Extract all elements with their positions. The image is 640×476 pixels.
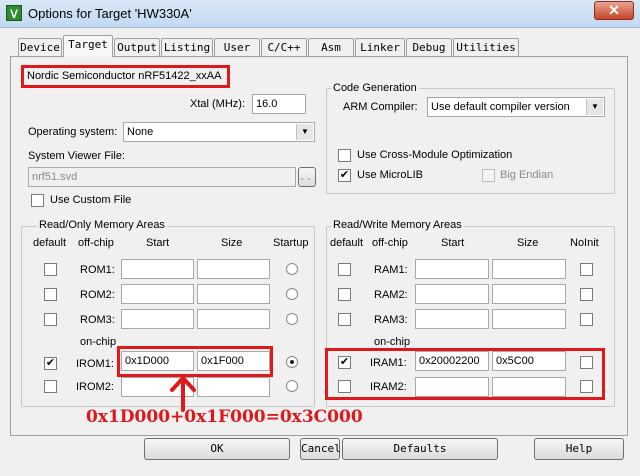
highlight-iram1-box	[325, 348, 605, 400]
app-icon: V	[6, 5, 22, 21]
rom-header-startup: Startup	[273, 237, 309, 249]
tab-asm[interactable]: Asm	[308, 38, 354, 56]
use-custom-file-checkbox[interactable]	[31, 194, 44, 207]
microlib-checkbox[interactable]: ✔	[338, 169, 351, 182]
tab-output[interactable]: Output	[114, 38, 160, 56]
ram-onchip-label: on-chip	[374, 336, 411, 348]
os-label: Operating system:	[28, 126, 118, 138]
big-endian-checkbox[interactable]	[482, 169, 495, 182]
xtal-input[interactable]: 16.0	[252, 94, 306, 114]
help-button[interactable]: Help	[534, 438, 624, 460]
tab-listing[interactable]: Listing	[161, 38, 213, 56]
use-custom-file-label: Use Custom File	[50, 194, 132, 206]
ram3-label: RAM3:	[374, 314, 408, 326]
irom2-size-input[interactable]	[197, 377, 270, 397]
rom1-start-input[interactable]	[121, 259, 194, 279]
rom1-startup-radio[interactable]	[286, 263, 298, 275]
rom3-checkbox[interactable]	[44, 313, 57, 326]
ram1-checkbox[interactable]	[338, 263, 351, 276]
microlib-label: Use MicroLIB	[357, 169, 424, 181]
ram2-noinit-checkbox[interactable]	[580, 288, 593, 301]
ram1-noinit-checkbox[interactable]	[580, 263, 593, 276]
sysviewer-input[interactable]: nrf51.svd	[28, 167, 296, 187]
irom1-startup-radio[interactable]	[286, 356, 298, 368]
highlight-irom1-box	[117, 346, 273, 377]
irom1-label: IROM1:	[76, 358, 114, 370]
ram3-checkbox[interactable]	[338, 313, 351, 326]
ram2-checkbox[interactable]	[338, 288, 351, 301]
ram-header-size: Size	[517, 237, 539, 249]
readwrite-memory-title: Read/Write Memory Areas	[331, 219, 464, 231]
ok-button[interactable]: OK	[144, 438, 290, 460]
ram2-start-input[interactable]	[415, 284, 489, 304]
tab-linker[interactable]: Linker	[355, 38, 405, 56]
tab-utilities[interactable]: Utilities	[453, 38, 519, 56]
rom-onchip-label: on-chip	[80, 336, 117, 348]
tab-c-cpp[interactable]: C/C++	[261, 38, 307, 56]
xtal-label: Xtal (MHz):	[190, 98, 245, 110]
close-button[interactable]: ✕	[594, 1, 634, 20]
compiler-label: ARM Compiler:	[343, 101, 418, 113]
ram3-noinit-checkbox[interactable]	[580, 313, 593, 326]
rom2-label: ROM2:	[80, 289, 115, 301]
tab-user[interactable]: User	[214, 38, 260, 56]
irom1-checkbox[interactable]: ✔	[44, 357, 57, 370]
rom2-start-input[interactable]	[121, 284, 194, 304]
os-select[interactable]: None ▼	[123, 122, 315, 142]
ram3-start-input[interactable]	[415, 309, 489, 329]
ram1-size-input[interactable]	[492, 259, 566, 279]
irom2-startup-radio[interactable]	[286, 380, 298, 392]
ram1-start-input[interactable]	[415, 259, 489, 279]
window-title: Options for Target 'HW330A'	[28, 6, 192, 21]
browse-button[interactable]: ...	[298, 167, 319, 187]
title-bar: V Options for Target 'HW330A' ✕	[0, 0, 640, 28]
ram1-label: RAM1:	[374, 264, 408, 276]
ram2-label: RAM2:	[374, 289, 408, 301]
tab-target[interactable]: Target	[63, 35, 113, 57]
compiler-select-value: Use default compiler version	[431, 101, 570, 113]
rom2-size-input[interactable]	[197, 284, 270, 304]
rom1-checkbox[interactable]	[44, 263, 57, 276]
tab-device[interactable]: Device	[18, 38, 62, 56]
ram-header-offchip: off-chip	[372, 237, 408, 249]
tab-debug[interactable]: Debug	[406, 38, 452, 56]
rom3-size-input[interactable]	[197, 309, 270, 329]
chevron-down-icon: ▼	[586, 99, 603, 115]
ram-header-start: Start	[441, 237, 465, 249]
rom-header-size: Size	[221, 237, 243, 249]
rom1-size-input[interactable]	[197, 259, 270, 279]
defaults-button[interactable]: Defaults	[342, 438, 498, 460]
cross-module-checkbox[interactable]	[338, 149, 351, 162]
irom2-label: IROM2:	[76, 381, 114, 393]
compiler-select[interactable]: Use default compiler version ▼	[427, 97, 605, 117]
readonly-memory-title: Read/Only Memory Areas	[37, 219, 167, 231]
rom1-label: ROM1:	[80, 264, 115, 276]
rom-header-start: Start	[146, 237, 170, 249]
sysviewer-label: System Viewer File:	[28, 150, 125, 162]
rom3-label: ROM3:	[80, 314, 115, 326]
rom3-start-input[interactable]	[121, 309, 194, 329]
cross-module-label: Use Cross-Module Optimization	[357, 149, 513, 161]
irom2-checkbox[interactable]	[44, 380, 57, 393]
cancel-button[interactable]: Cancel	[300, 438, 341, 460]
rom-header-default: default	[33, 237, 67, 249]
rom2-startup-radio[interactable]	[286, 288, 298, 300]
highlight-device-box	[21, 65, 230, 88]
rom2-checkbox[interactable]	[44, 288, 57, 301]
annotation-formula: 0x1D000+0x1F000=0x3C000	[86, 407, 363, 427]
chevron-down-icon: ▼	[296, 124, 313, 140]
rom-header-offchip: off-chip	[78, 237, 114, 249]
rom3-startup-radio[interactable]	[286, 313, 298, 325]
ram-header-noinit: NoInit	[570, 237, 599, 249]
code-generation-title: Code Generation	[331, 82, 419, 94]
ram2-size-input[interactable]	[492, 284, 566, 304]
ram-header-default: default	[330, 237, 364, 249]
ram3-size-input[interactable]	[492, 309, 566, 329]
big-endian-label: Big Endian	[500, 169, 554, 181]
os-select-value: None	[127, 126, 154, 138]
